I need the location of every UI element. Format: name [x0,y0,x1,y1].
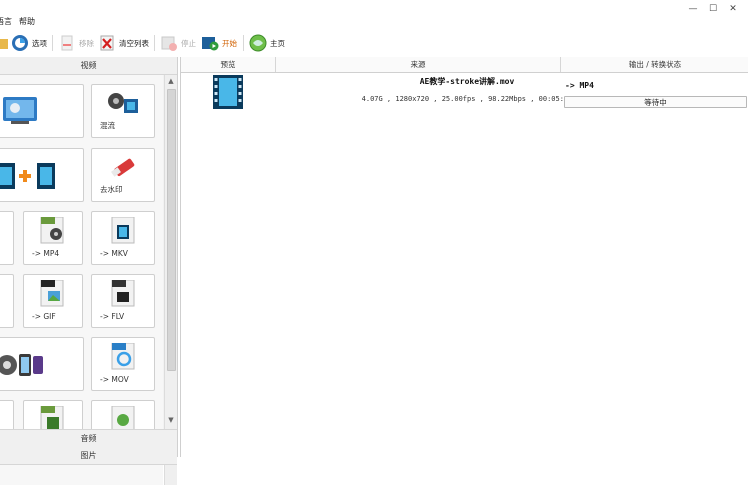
film-strip-icon [213,75,243,109]
scroll-down-icon[interactable]: ▼ [165,415,177,426]
options-button[interactable]: 选项 [11,33,47,53]
tile-mux[interactable]: 混流 [91,84,155,138]
mux-icon [108,93,138,113]
scroll-up-icon[interactable]: ▲ [165,76,177,87]
tile-to-flv[interactable]: -> FLV [91,274,155,328]
film-join-icon [0,163,55,189]
remove-icon [61,35,73,51]
category-panel: 视频 混流 去水印 -> MP4 -> MKV -> GIF -> FLV ->… [0,57,178,485]
close-button[interactable]: ✕ [726,4,740,14]
column-output-status[interactable]: 输出 / 转换状态 [561,57,748,72]
toolbar: 选项 移除 清空列表 停止 开始 主页 [0,30,748,56]
minimize-button[interactable]: — [686,4,700,14]
column-preview[interactable]: 预览 [181,57,276,72]
table-row[interactable]: AE教学-stroke讲解.mov 4.07G , 1280x720 , 25.… [181,73,748,115]
tile-format-generic[interactable] [0,211,14,265]
stop-button[interactable]: 停止 [160,33,196,53]
menu-bar: 语言 帮助 [0,14,748,28]
tile-remove-watermark[interactable]: 去水印 [91,148,155,202]
source-filename: AE教学-stroke讲解.mov [419,77,515,86]
mov-file-icon [111,343,135,370]
toolbar-separator [154,35,155,51]
category-scrollbar[interactable]: ▲ ▼ [164,75,177,485]
video-category-header[interactable]: 视频 [0,57,177,75]
scroll-thumb[interactable] [167,89,176,371]
audio-category-header[interactable]: 音频 [0,429,177,448]
options-icon [12,35,28,51]
stop-icon [161,36,177,51]
remove-watermark-icon [111,158,135,177]
image-category-header[interactable]: 图片 [0,447,177,465]
task-list-header: 预览 来源 输出 / 转换状态 [181,57,748,73]
start-icon [202,37,219,51]
toolbar-separator [243,35,244,51]
tile-to-mp4[interactable]: -> MP4 [23,211,83,265]
status-badge: 等待中 [564,96,747,108]
mp4-file-icon [40,217,64,244]
remove-button[interactable]: 移除 [58,33,94,53]
home-button[interactable]: 主页 [249,33,285,53]
clear-list-button[interactable]: 清空列表 [98,33,149,53]
toolbar-separator [52,35,53,51]
gif-file-icon [40,280,64,307]
maximize-button[interactable]: ☐ [706,4,720,14]
device-icon [0,354,43,376]
video-function-tiles: 混流 去水印 -> MP4 -> MKV -> GIF -> FLV -> MO… [0,75,163,485]
tile-video-convert[interactable] [0,84,84,138]
tile-to-mov[interactable]: -> MOV [91,337,155,391]
home-icon [249,34,267,52]
mkv-file-icon [111,217,135,244]
tile-video-join[interactable] [0,148,84,202]
menu-language[interactable]: 语言 [0,16,12,27]
menu-help[interactable]: 帮助 [19,16,35,27]
video-screen-icon [3,97,37,124]
column-source[interactable]: 来源 [276,57,561,72]
clear-list-icon [100,35,114,51]
tile-format-generic[interactable] [0,274,14,328]
tile-to-mkv[interactable]: -> MKV [91,211,155,265]
output-format: -> MP4 [565,81,594,90]
start-button[interactable]: 开始 [201,33,237,53]
tile-to-gif[interactable]: -> GIF [23,274,83,328]
task-list: 预览 来源 输出 / 转换状态 AE教学-stroke讲解.mov 4.07G … [180,57,748,457]
folder-icon [0,39,8,49]
tile-to-device[interactable] [0,337,84,391]
flv-file-icon [111,280,135,307]
